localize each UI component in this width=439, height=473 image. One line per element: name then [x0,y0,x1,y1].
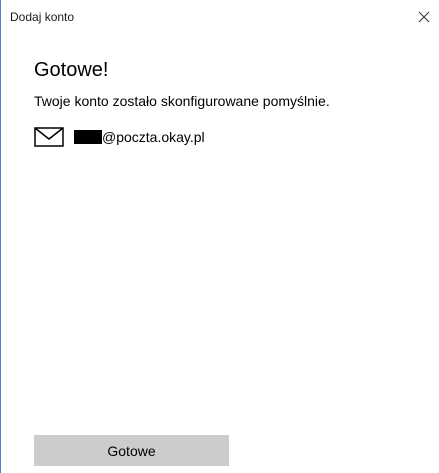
done-button[interactable]: Gotowe [34,435,229,466]
success-message: Twoje konto zostało skonfigurowane pomyś… [34,93,330,109]
title-bar: Dodaj konto [0,0,439,32]
close-button[interactable] [413,6,435,28]
window-left-border [0,0,1,473]
account-email: @poczta.okay.pl [102,129,205,145]
close-icon [418,11,430,23]
redacted-email-username [74,130,102,144]
window-title: Dodaj konto [10,10,75,24]
mail-icon [34,127,64,147]
account-row: @poczta.okay.pl [34,126,205,148]
page-title: Gotowe! [34,59,109,81]
